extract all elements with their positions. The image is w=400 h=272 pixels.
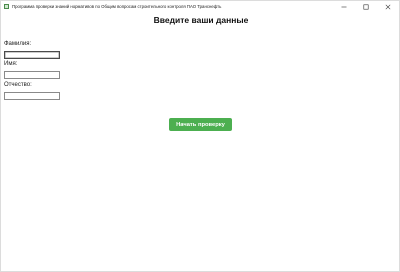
name-label: Имя:	[4, 61, 18, 67]
minimize-icon	[341, 6, 347, 7]
patronymic-field[interactable]	[4, 92, 60, 100]
app-icon	[4, 4, 9, 9]
window-controls	[333, 1, 399, 12]
page-title: Введите ваши данные	[153, 15, 249, 25]
app-window: Программа проверки знаний нормативов по …	[0, 0, 400, 272]
patronymic-label: Отчество:	[4, 82, 32, 88]
name-field[interactable]	[4, 71, 60, 79]
maximize-icon	[363, 4, 369, 10]
maximize-button[interactable]	[355, 1, 377, 12]
window-title: Программа проверки знаний нормативов по …	[12, 4, 222, 9]
surname-label: Фамилия:	[4, 41, 32, 47]
surname-field[interactable]	[4, 51, 60, 59]
minimize-button[interactable]	[333, 1, 355, 12]
title-bar[interactable]: Программа проверки знаний нормативов по …	[1, 1, 399, 12]
start-test-button[interactable]: Начать проверку	[169, 118, 232, 131]
close-button[interactable]	[377, 1, 399, 12]
close-icon	[385, 4, 391, 9]
